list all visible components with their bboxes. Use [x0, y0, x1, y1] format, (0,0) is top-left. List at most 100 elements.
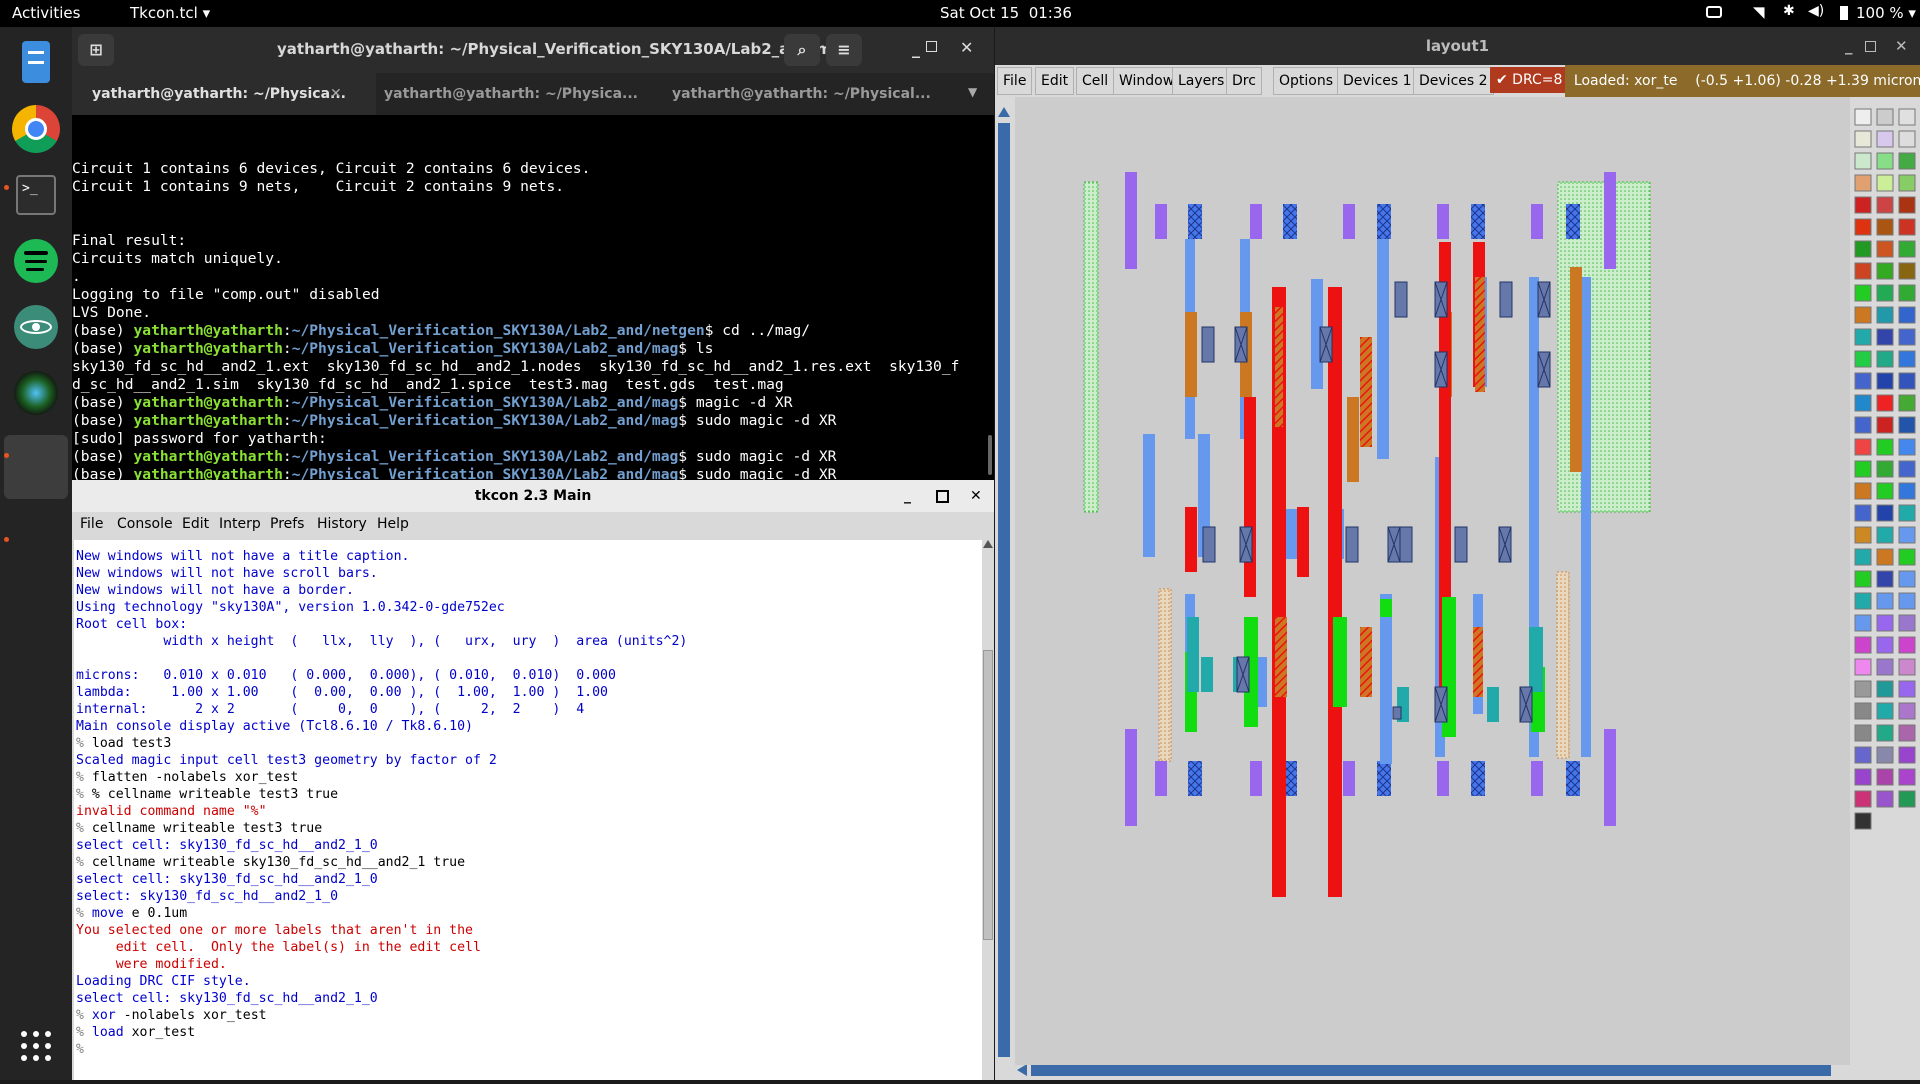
- menu-edit[interactable]: Edit: [1035, 67, 1075, 95]
- layer-swatch[interactable]: [1876, 460, 1894, 478]
- layout-drawing[interactable]: [1015, 97, 1850, 1061]
- layer-swatch[interactable]: [1876, 240, 1894, 258]
- menu-layers[interactable]: Layers: [1172, 67, 1231, 95]
- layer-swatch[interactable]: [1854, 372, 1872, 390]
- layer-swatch[interactable]: [1898, 570, 1916, 588]
- layer-swatch[interactable]: [1898, 416, 1916, 434]
- layer-swatch[interactable]: [1854, 416, 1872, 434]
- bluetooth-icon[interactable]: ✱: [1783, 3, 1795, 19]
- layer-swatch[interactable]: [1898, 680, 1916, 698]
- layer-swatch[interactable]: [1876, 768, 1894, 786]
- layer-swatch[interactable]: [1898, 658, 1916, 676]
- menu-devices-2[interactable]: Devices 2: [1413, 67, 1494, 95]
- layer-swatch[interactable]: [1876, 504, 1894, 522]
- layer-swatch[interactable]: [1854, 350, 1872, 368]
- layer-swatch[interactable]: [1854, 724, 1872, 742]
- layout-canvas[interactable]: [1015, 97, 1870, 1065]
- minimize-icon[interactable]: _: [904, 480, 911, 512]
- close-tab-icon[interactable]: ✕: [330, 73, 342, 115]
- layer-swatch[interactable]: [1898, 636, 1916, 654]
- layer-swatch[interactable]: [1854, 702, 1872, 720]
- layer-swatch[interactable]: [1898, 372, 1916, 390]
- clock[interactable]: Sat Oct 15 01:36: [940, 4, 1072, 22]
- minimize-icon[interactable]: _: [1845, 27, 1853, 65]
- maximize-icon[interactable]: [936, 490, 949, 503]
- layer-swatch[interactable]: [1898, 174, 1916, 192]
- menu-devices-1[interactable]: Devices 1: [1337, 67, 1418, 95]
- poly[interactable]: [1185, 242, 1485, 897]
- layer-swatch[interactable]: [1876, 658, 1894, 676]
- layer-swatch[interactable]: [1898, 130, 1916, 148]
- layer-swatch[interactable]: [1854, 152, 1872, 170]
- layer-swatch[interactable]: [1876, 614, 1894, 632]
- layer-swatch[interactable]: [1854, 680, 1872, 698]
- tkcon-scrollbar[interactable]: [982, 540, 994, 1080]
- maximize-icon[interactable]: [926, 41, 937, 52]
- atom-icon[interactable]: [10, 301, 62, 353]
- layer-swatch[interactable]: [1898, 790, 1916, 808]
- layer-swatch[interactable]: [1876, 680, 1894, 698]
- vertical-scrollbar[interactable]: [995, 97, 1014, 1080]
- layer-swatch[interactable]: [1854, 482, 1872, 500]
- layer-swatch[interactable]: [1854, 306, 1872, 324]
- layer-swatch[interactable]: [1854, 130, 1872, 148]
- layer-swatch[interactable]: [1854, 768, 1872, 786]
- maximize-icon[interactable]: [1865, 41, 1876, 52]
- layer-swatch[interactable]: [1854, 526, 1872, 544]
- layer-swatch[interactable]: [1876, 262, 1894, 280]
- layer-swatch[interactable]: [1854, 394, 1872, 412]
- layer-swatch[interactable]: [1876, 570, 1894, 588]
- new-tab-icon[interactable]: ⊞: [78, 34, 114, 66]
- layer-swatch[interactable]: [1898, 262, 1916, 280]
- layer-swatch[interactable]: [1876, 526, 1894, 544]
- layer-swatch[interactable]: [1876, 746, 1894, 764]
- layer-swatch[interactable]: [1898, 702, 1916, 720]
- layer-swatch[interactable]: [1898, 218, 1916, 236]
- menu-file[interactable]: File: [997, 67, 1033, 95]
- menu-console[interactable]: Console: [117, 516, 173, 532]
- layer-swatch[interactable]: [1854, 174, 1872, 192]
- spotify-icon[interactable]: [10, 235, 62, 287]
- layer-swatch[interactable]: [1854, 328, 1872, 346]
- layer-swatch[interactable]: [1854, 240, 1872, 258]
- layer-swatch[interactable]: [1854, 658, 1872, 676]
- wifi-icon[interactable]: ◥: [1753, 3, 1765, 21]
- drc-count-badge[interactable]: ✔ DRC=8: [1490, 67, 1569, 93]
- layer-swatch[interactable]: [1854, 504, 1872, 522]
- show-apps-icon[interactable]: [20, 1030, 52, 1062]
- menu-history[interactable]: History: [317, 516, 367, 532]
- layer-swatch[interactable]: [1854, 592, 1872, 610]
- menu-window[interactable]: Window: [1113, 67, 1181, 95]
- layer-swatch[interactable]: [1854, 438, 1872, 456]
- menu-drc[interactable]: Drc: [1226, 67, 1262, 95]
- layer-swatch[interactable]: [1854, 790, 1872, 808]
- layer-swatch[interactable]: [1854, 812, 1872, 830]
- terminal-tab-3[interactable]: yatharth@yatharth: ~/Physical...: [652, 73, 952, 115]
- layer-swatch[interactable]: [1898, 438, 1916, 456]
- layer-swatch[interactable]: [1876, 284, 1894, 302]
- layer-swatch[interactable]: [1854, 548, 1872, 566]
- layer-swatch[interactable]: [1898, 592, 1916, 610]
- layer-swatch[interactable]: [1898, 284, 1916, 302]
- battery-icon[interactable]: [1840, 6, 1848, 20]
- layer-swatch[interactable]: [1876, 702, 1894, 720]
- layer-swatch[interactable]: [1854, 196, 1872, 214]
- layer-swatch[interactable]: [1898, 768, 1916, 786]
- terminal-icon[interactable]: >_: [10, 169, 62, 221]
- hamburger-menu-icon[interactable]: ≡: [826, 34, 862, 66]
- close-icon[interactable]: ✕: [960, 38, 973, 57]
- camera-icon[interactable]: [1706, 6, 1722, 18]
- layer-swatch[interactable]: [1876, 372, 1894, 390]
- menu-file[interactable]: File: [80, 516, 103, 532]
- layer-swatch[interactable]: [1898, 614, 1916, 632]
- layer-swatch[interactable]: [1898, 526, 1916, 544]
- layer-swatch[interactable]: [1898, 350, 1916, 368]
- layer-palette[interactable]: [1850, 97, 1920, 1080]
- layer-swatch[interactable]: [1898, 196, 1916, 214]
- app-menu[interactable]: Tkcon.tcl ▾: [130, 4, 210, 22]
- tkcon-console[interactable]: New windows will not have a title captio…: [74, 540, 983, 1080]
- layer-swatch[interactable]: [1876, 592, 1894, 610]
- layer-swatch[interactable]: [1854, 614, 1872, 632]
- terminal-output[interactable]: Circuit 1 contains 6 devices, Circuit 2 …: [72, 115, 994, 507]
- layer-swatch[interactable]: [1898, 746, 1916, 764]
